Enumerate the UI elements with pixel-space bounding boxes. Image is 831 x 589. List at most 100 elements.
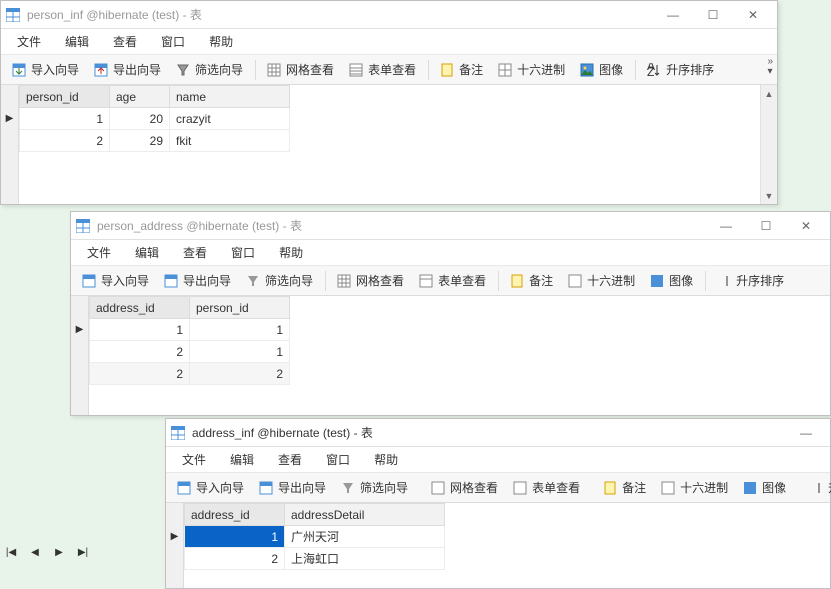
col-name[interactable]: name <box>170 86 290 108</box>
image-label: 图像 <box>669 272 693 289</box>
cell[interactable]: 2 <box>90 363 190 385</box>
cell[interactable]: 2 <box>20 130 110 152</box>
cell[interactable]: 2 <box>185 548 285 570</box>
cell[interactable]: 2 <box>190 363 290 385</box>
table-row[interactable]: 2 上海虹口 <box>185 548 445 570</box>
sort-asc-icon <box>808 480 824 496</box>
import-wizard-button[interactable]: 导入向导 <box>75 269 155 292</box>
col-person-id[interactable]: person_id <box>190 297 290 319</box>
minimize-button[interactable]: — <box>653 2 693 28</box>
row-marker <box>166 547 183 569</box>
image-button[interactable]: 图像 <box>643 269 699 292</box>
table-row[interactable]: 1 广州天河 <box>185 526 445 548</box>
memo-button[interactable]: 备注 <box>596 476 652 499</box>
sort-asc-button[interactable]: AZ升序排序 <box>640 58 720 81</box>
filter-wizard-button[interactable]: 筛选向导 <box>334 476 414 499</box>
titlebar[interactable]: person_address @hibernate (test) - 表 — ☐… <box>71 212 830 240</box>
cell[interactable]: 2 <box>90 341 190 363</box>
hex-button[interactable]: 十六进制 <box>561 269 641 292</box>
filter-wizard-button[interactable]: 筛选向导 <box>169 58 249 81</box>
grid-view-button[interactable]: 网格查看 <box>424 476 504 499</box>
titlebar[interactable]: address_inf @hibernate (test) - 表 — <box>166 419 830 447</box>
col-address-detail[interactable]: addressDetail <box>285 504 445 526</box>
export-wizard-button[interactable]: 导出向导 <box>157 269 237 292</box>
cell[interactable]: 1 <box>190 341 290 363</box>
data-grid[interactable]: address_id person_id 1 1 2 1 2 2 <box>89 296 830 415</box>
menu-view[interactable]: 查看 <box>171 240 219 265</box>
filter-wizard-button[interactable]: 筛选向导 <box>239 269 319 292</box>
menu-help[interactable]: 帮助 <box>197 29 245 54</box>
menu-help[interactable]: 帮助 <box>267 240 315 265</box>
form-view-button[interactable]: 表单查看 <box>412 269 492 292</box>
cell[interactable]: 上海虹口 <box>285 548 445 570</box>
col-person-id[interactable]: person_id <box>20 86 110 108</box>
maximize-button[interactable]: ☐ <box>693 2 733 28</box>
sort-asc-button[interactable]: 升序排 <box>802 476 831 499</box>
table-row[interactable]: 2 2 <box>90 363 290 385</box>
col-age[interactable]: age <box>110 86 170 108</box>
cell[interactable]: 29 <box>110 130 170 152</box>
scroll-up-icon[interactable]: ▲ <box>761 85 777 102</box>
menu-file[interactable]: 文件 <box>170 447 218 472</box>
col-address-id[interactable]: address_id <box>90 297 190 319</box>
grid-view-button[interactable]: 网格查看 <box>260 58 340 81</box>
close-button[interactable]: ✕ <box>733 2 773 28</box>
cell[interactable]: 1 <box>185 526 285 548</box>
image-button[interactable]: 图像 <box>736 476 792 499</box>
filter-label: 筛选向导 <box>195 61 243 78</box>
image-button[interactable]: 图像 <box>573 58 629 81</box>
menu-view[interactable]: 查看 <box>101 29 149 54</box>
col-address-id[interactable]: address_id <box>185 504 285 526</box>
cell[interactable]: 1 <box>20 108 110 130</box>
table-row[interactable]: 1 20 crazyit <box>20 108 290 130</box>
table-row[interactable]: 2 29 fkit <box>20 130 290 152</box>
cell[interactable]: crazyit <box>170 108 290 130</box>
menu-edit[interactable]: 编辑 <box>123 240 171 265</box>
hex-button[interactable]: 十六进制 <box>491 58 571 81</box>
import-wizard-button[interactable]: 导入向导 <box>170 476 250 499</box>
cell[interactable]: fkit <box>170 130 290 152</box>
menu-window[interactable]: 窗口 <box>314 447 362 472</box>
toolbar-overflow-icon[interactable]: »▾ <box>767 57 773 77</box>
memo-button[interactable]: 备注 <box>503 269 559 292</box>
window-person-address: person_address @hibernate (test) - 表 — ☐… <box>70 211 831 416</box>
minimize-button[interactable]: — <box>706 213 746 239</box>
cell[interactable]: 1 <box>90 319 190 341</box>
memo-button[interactable]: 备注 <box>433 58 489 81</box>
nav-first-button[interactable]: |◀ <box>2 543 20 561</box>
row-marker <box>71 340 88 362</box>
menu-file[interactable]: 文件 <box>75 240 123 265</box>
menu-edit[interactable]: 编辑 <box>53 29 101 54</box>
cell[interactable]: 20 <box>110 108 170 130</box>
hex-button[interactable]: 十六进制 <box>654 476 734 499</box>
maximize-button[interactable]: ☐ <box>746 213 786 239</box>
scroll-down-icon[interactable]: ▼ <box>761 187 777 204</box>
close-button[interactable]: ✕ <box>786 213 826 239</box>
form-view-button[interactable]: 表单查看 <box>342 58 422 81</box>
menu-window[interactable]: 窗口 <box>219 240 267 265</box>
vertical-scrollbar[interactable]: ▲ ▼ <box>760 85 777 204</box>
export-wizard-button[interactable]: 导出向导 <box>87 58 167 81</box>
menu-file[interactable]: 文件 <box>5 29 53 54</box>
grid-view-button[interactable]: 网格查看 <box>330 269 410 292</box>
cell[interactable]: 1 <box>190 319 290 341</box>
import-wizard-button[interactable]: 导入向导 <box>5 58 85 81</box>
export-label: 导出向导 <box>183 272 231 289</box>
data-grid[interactable]: address_id addressDetail 1 广州天河 2 上海虹口 <box>184 503 830 588</box>
nav-next-button[interactable]: ▶ <box>50 543 68 561</box>
menu-edit[interactable]: 编辑 <box>218 447 266 472</box>
titlebar[interactable]: person_inf @hibernate (test) - 表 — ☐ ✕ <box>1 1 777 29</box>
table-row[interactable]: 2 1 <box>90 341 290 363</box>
data-grid[interactable]: person_id age name 1 20 crazyit 2 29 fki… <box>19 85 760 204</box>
menu-help[interactable]: 帮助 <box>362 447 410 472</box>
export-wizard-button[interactable]: 导出向导 <box>252 476 332 499</box>
menu-window[interactable]: 窗口 <box>149 29 197 54</box>
minimize-button[interactable]: — <box>786 420 826 446</box>
cell[interactable]: 广州天河 <box>285 526 445 548</box>
menu-view[interactable]: 查看 <box>266 447 314 472</box>
nav-prev-button[interactable]: ◀ <box>26 543 44 561</box>
table-row[interactable]: 1 1 <box>90 319 290 341</box>
form-view-button[interactable]: 表单查看 <box>506 476 586 499</box>
nav-last-button[interactable]: ▶| <box>74 543 92 561</box>
sort-asc-button[interactable]: 升序排序 <box>710 269 790 292</box>
